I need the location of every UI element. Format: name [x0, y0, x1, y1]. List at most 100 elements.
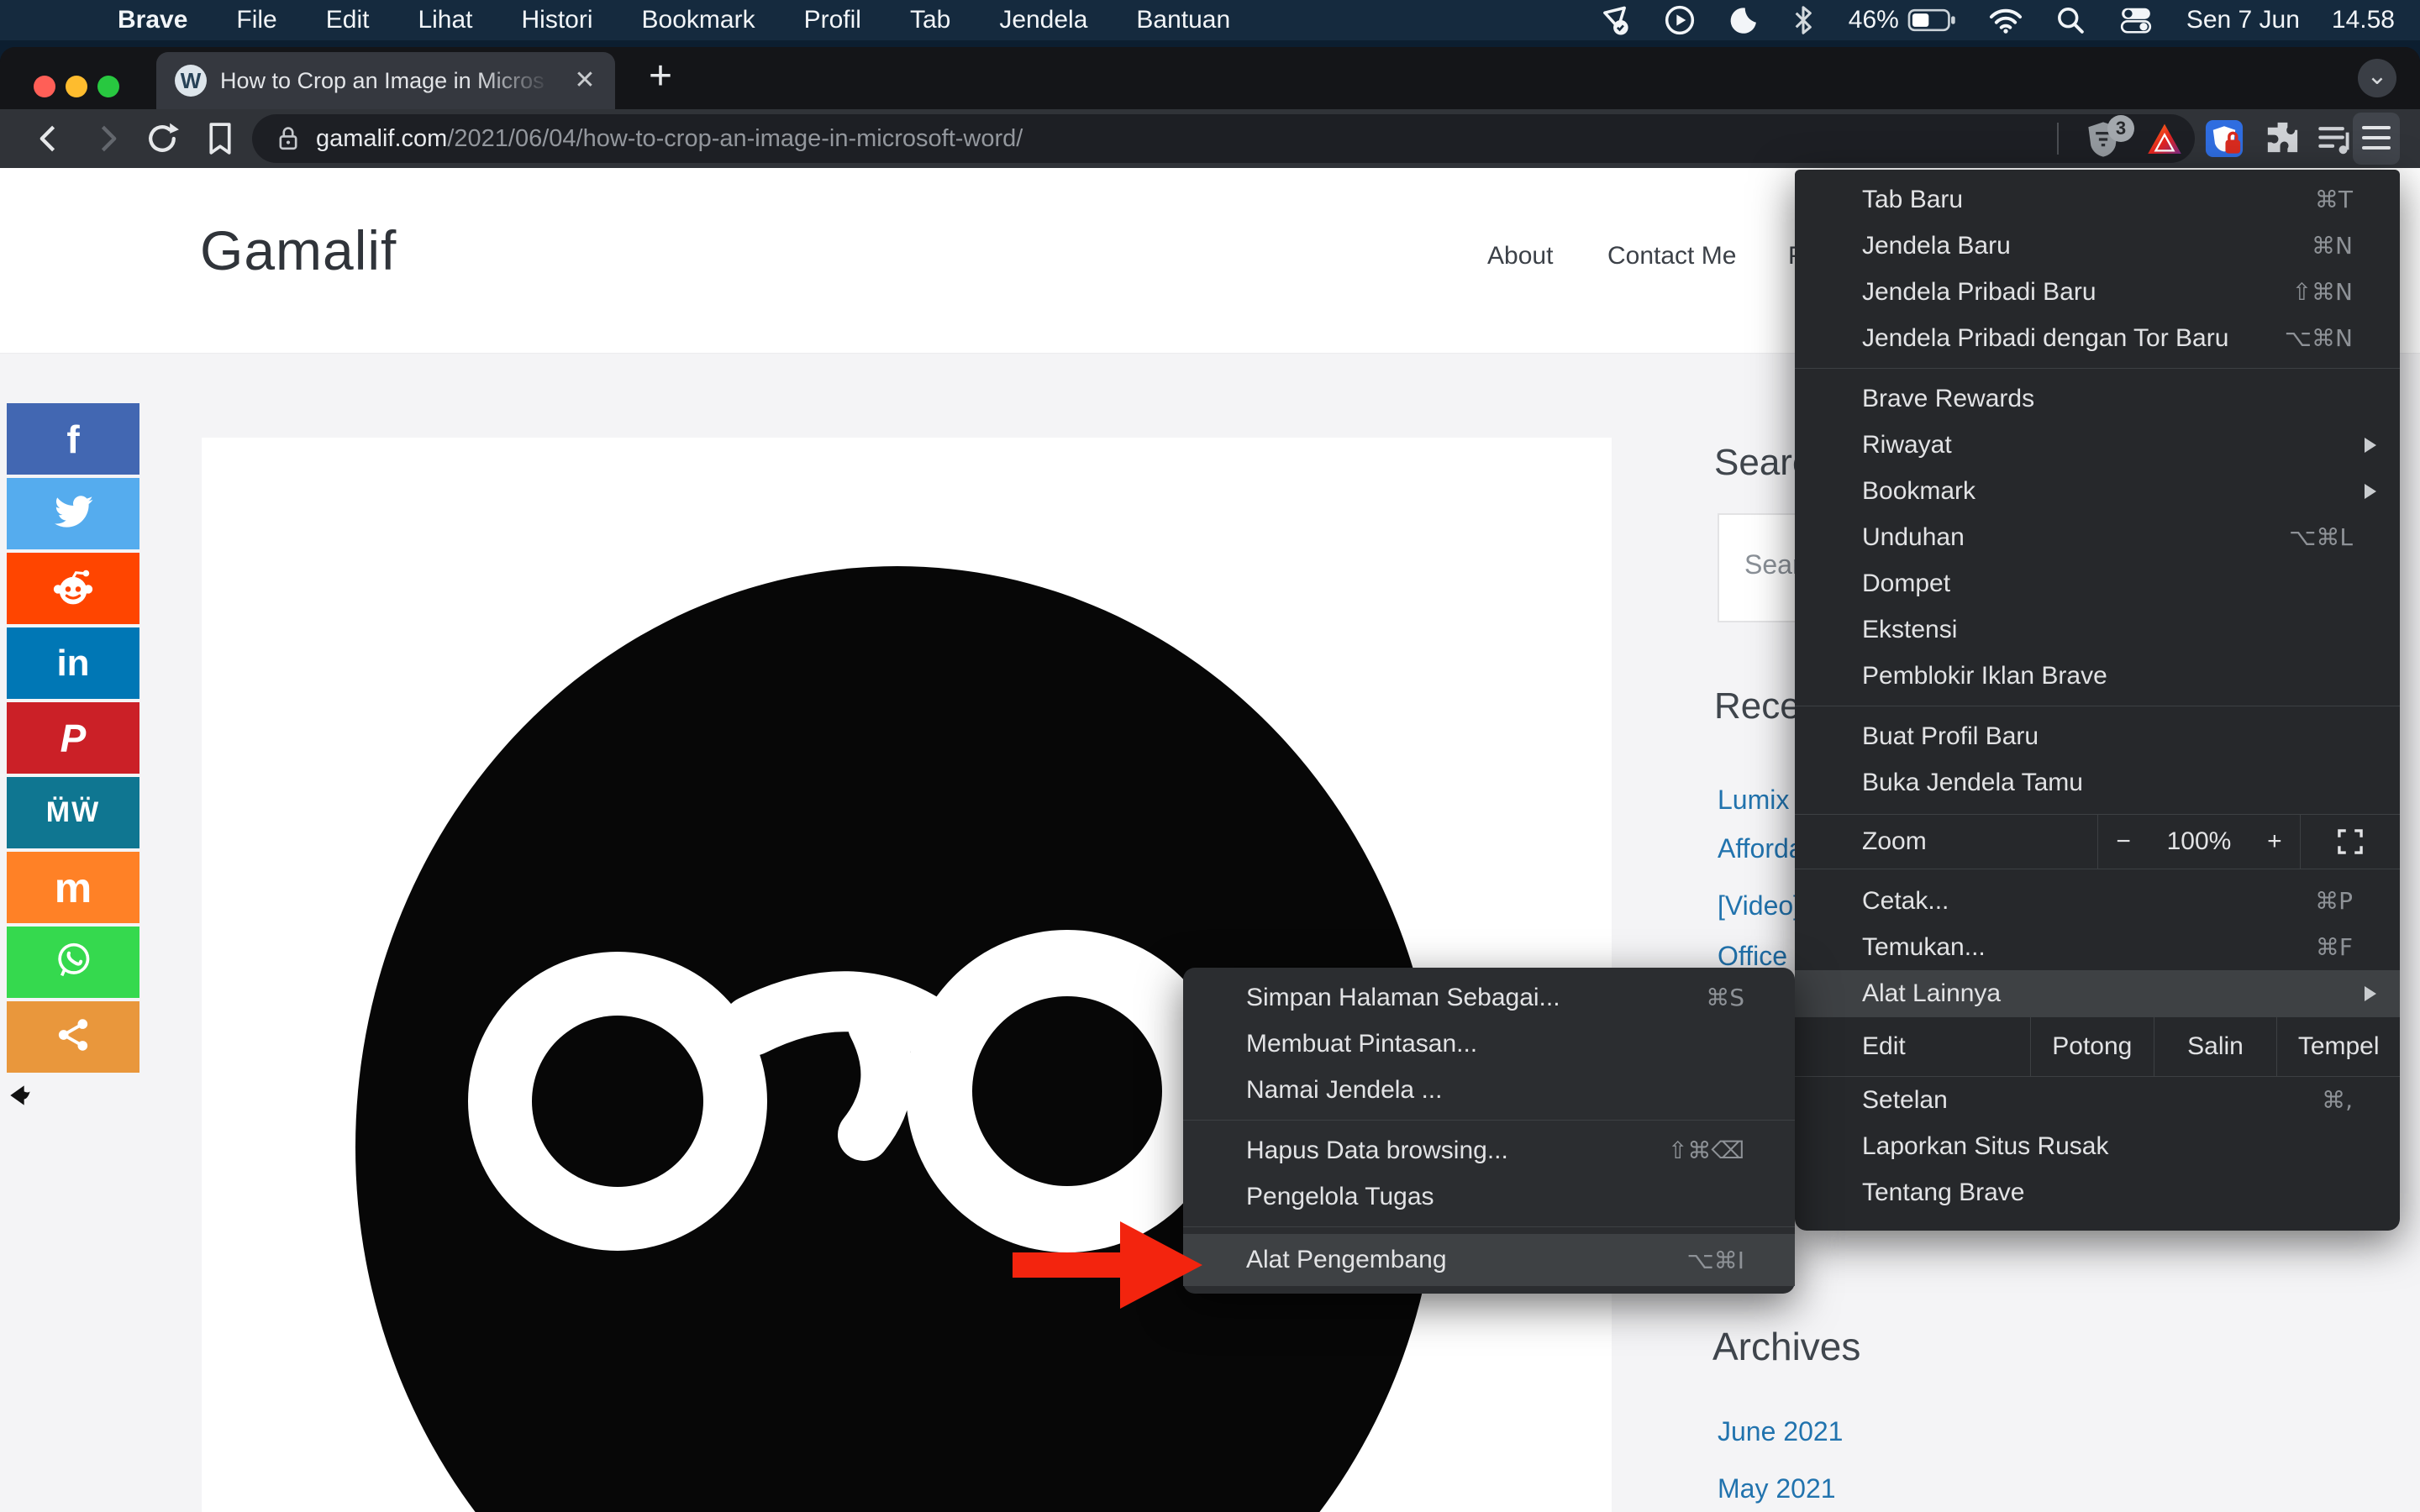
menu-item-riwayat[interactable]: Riwayat: [1795, 422, 2400, 468]
share-pinterest-button[interactable]: P: [7, 702, 139, 774]
menu-item-buat-profil-baru[interactable]: Buat Profil Baru: [1795, 713, 2400, 759]
zoom-in-button[interactable]: +: [2267, 827, 2282, 856]
window-minimize-button[interactable]: [66, 76, 87, 97]
menu-item-brave-rewards[interactable]: Brave Rewards: [1795, 375, 2400, 422]
do-not-disturb-moon-icon[interactable]: [1728, 5, 1758, 35]
browser-toolbar: gamalif.com/2021/06/04/how-to-crop-an-im…: [0, 109, 2420, 168]
mewe-icon: M̈Ẅ: [45, 796, 101, 828]
menu-item-jendela-baru[interactable]: Jendela Baru ⌘N: [1795, 223, 2400, 269]
submenu-item-hapus-data-browsing[interactable]: Hapus Data browsing... ⇧⌘⌫: [1183, 1127, 1795, 1173]
bluetooth-icon[interactable]: [1790, 5, 1817, 35]
copy-button[interactable]: Salin: [2153, 1017, 2277, 1076]
menu-item-jendela-pribadi-tor[interactable]: Jendela Pribadi dengan Tor Baru ⌥⌘N: [1795, 315, 2400, 361]
menubar-date[interactable]: Sen 7 Jun: [2186, 6, 2300, 34]
submenu-item-namai-jendela[interactable]: Namai Jendela ...: [1183, 1067, 1795, 1113]
bookmark-button[interactable]: [202, 119, 240, 158]
red-annotation-arrow: [1013, 1221, 1202, 1309]
menu-item-jendela-pribadi-baru[interactable]: Jendela Pribadi Baru ⇧⌘N: [1795, 269, 2400, 315]
menu-item-alat-lainnya[interactable]: Alat Lainnya: [1795, 970, 2400, 1016]
menu-item-pemblokir-iklan[interactable]: Pemblokir Iklan Brave: [1795, 653, 2400, 699]
nav-contact-me[interactable]: Contact Me: [1607, 242, 1736, 270]
menu-item-unduhan[interactable]: Unduhan ⌥⌘L: [1795, 514, 2400, 560]
fullscreen-button[interactable]: [2301, 815, 2400, 869]
menu-item-bookmark[interactable]: Bookmark: [1795, 468, 2400, 514]
menu-item-tentang-brave[interactable]: Tentang Brave: [1795, 1169, 2400, 1215]
url-text: gamalif.com/2021/06/04/how-to-crop-an-im…: [316, 125, 1023, 153]
menubar-item-profil[interactable]: Profil: [804, 6, 861, 34]
submenu-item-pengelola-tugas[interactable]: Pengelola Tugas: [1183, 1173, 1795, 1220]
bitwarden-extension-icon[interactable]: [2203, 118, 2245, 160]
brave-rewards-bat-icon[interactable]: [2144, 119, 2185, 164]
menubar-item-edit[interactable]: Edit: [326, 6, 370, 34]
share-mewe-button[interactable]: M̈Ẅ: [7, 777, 139, 848]
zoom-out-button[interactable]: −: [2116, 827, 2131, 856]
menubar-item-bantuan[interactable]: Bantuan: [1136, 6, 1230, 34]
facebook-icon: f: [66, 417, 80, 461]
hide-share-bar-arrow-icon[interactable]: [8, 1084, 32, 1111]
share-mix-button[interactable]: m: [7, 852, 139, 923]
browser-tab[interactable]: W How to Crop an Image in Micros ✕: [156, 52, 615, 109]
archive-link[interactable]: June 2021: [1718, 1416, 1843, 1447]
cut-button[interactable]: Potong: [2030, 1017, 2154, 1076]
recent-post-link[interactable]: [Video]: [1718, 890, 1801, 921]
wifi-icon[interactable]: [1988, 6, 2023, 34]
recent-post-link[interactable]: Afforda: [1718, 833, 1804, 864]
extensions-puzzle-icon[interactable]: [2260, 118, 2302, 160]
forward-button[interactable]: [87, 119, 126, 158]
menubar-item-brave[interactable]: Brave: [118, 6, 187, 34]
brave-shields-icon[interactable]: 3: [2082, 115, 2134, 165]
submenu-item-alat-pengembang[interactable]: Alat Pengembang ⌥⌘I: [1183, 1234, 1795, 1286]
reload-button[interactable]: [143, 119, 182, 158]
urlbar-divider: [2057, 123, 2059, 155]
macos-menubar: Brave File Edit Lihat Histori Bookmark P…: [0, 0, 2420, 40]
browser-window: W How to Crop an Image in Micros ✕ + ⌄ g…: [0, 47, 2420, 1512]
menubar-item-bookmark[interactable]: Bookmark: [642, 6, 755, 34]
site-title[interactable]: Gamalif: [200, 218, 397, 282]
battery-icon[interactable]: [1907, 6, 1956, 34]
menubar-item-histori[interactable]: Histori: [522, 6, 593, 34]
paste-button[interactable]: Tempel: [2276, 1017, 2400, 1076]
menu-item-temukan[interactable]: Temukan... ⌘F: [1795, 924, 2400, 970]
tab-search-chevron-icon[interactable]: ⌄: [2358, 59, 2396, 97]
share-more-button[interactable]: [7, 1001, 139, 1073]
nav-about[interactable]: About: [1487, 242, 1553, 270]
menu-separator: [1183, 1120, 1795, 1121]
menu-item-buka-jendela-tamu[interactable]: Buka Jendela Tamu: [1795, 759, 2400, 806]
menubar-item-file[interactable]: File: [236, 6, 276, 34]
share-reddit-button[interactable]: [7, 553, 139, 624]
status-app-icon[interactable]: [1600, 4, 1632, 36]
share-whatsapp-button[interactable]: [7, 927, 139, 998]
share-facebook-button[interactable]: f: [7, 403, 139, 475]
menubar-item-jendela[interactable]: Jendela: [999, 6, 1087, 34]
window-close-button[interactable]: [34, 76, 55, 97]
menu-item-ekstensi[interactable]: Ekstensi: [1795, 606, 2400, 653]
play-circle-icon[interactable]: [1664, 4, 1696, 36]
menu-item-dompet[interactable]: Dompet: [1795, 560, 2400, 606]
tab-close-icon[interactable]: ✕: [570, 66, 600, 96]
mix-icon: m: [54, 864, 92, 911]
pinterest-icon: P: [60, 716, 87, 760]
menubar-time[interactable]: 14.58: [2332, 6, 2395, 34]
whatsapp-icon: [52, 939, 94, 985]
menu-item-cetak[interactable]: Cetak... ⌘P: [1795, 878, 2400, 924]
spotlight-search-icon[interactable]: [2055, 5, 2086, 35]
share-icon: [54, 1017, 92, 1057]
reddit-icon: [50, 566, 97, 611]
playlist-icon[interactable]: [2314, 118, 2356, 160]
menubar-item-tab[interactable]: Tab: [910, 6, 950, 34]
menu-item-laporkan-situs-rusak[interactable]: Laporkan Situs Rusak: [1795, 1123, 2400, 1169]
back-button[interactable]: [30, 119, 69, 158]
menu-item-tab-baru[interactable]: Tab Baru ⌘T: [1795, 176, 2400, 223]
menu-item-setelan[interactable]: Setelan ⌘,: [1795, 1077, 2400, 1123]
window-zoom-button[interactable]: [97, 76, 119, 97]
control-center-icon[interactable]: [2118, 6, 2154, 34]
share-linkedin-button[interactable]: in: [7, 627, 139, 699]
submenu-item-membuat-pintasan[interactable]: Membuat Pintasan...: [1183, 1021, 1795, 1067]
archive-link[interactable]: May 2021: [1718, 1473, 1836, 1504]
submenu-item-simpan-halaman[interactable]: Simpan Halaman Sebagai... ⌘S: [1183, 974, 1795, 1021]
share-twitter-button[interactable]: [7, 478, 139, 549]
hamburger-menu-icon[interactable]: [2362, 126, 2391, 150]
menubar-item-lihat[interactable]: Lihat: [418, 6, 472, 34]
new-tab-button[interactable]: +: [639, 55, 682, 99]
address-bar[interactable]: gamalif.com/2021/06/04/how-to-crop-an-im…: [252, 114, 2195, 163]
